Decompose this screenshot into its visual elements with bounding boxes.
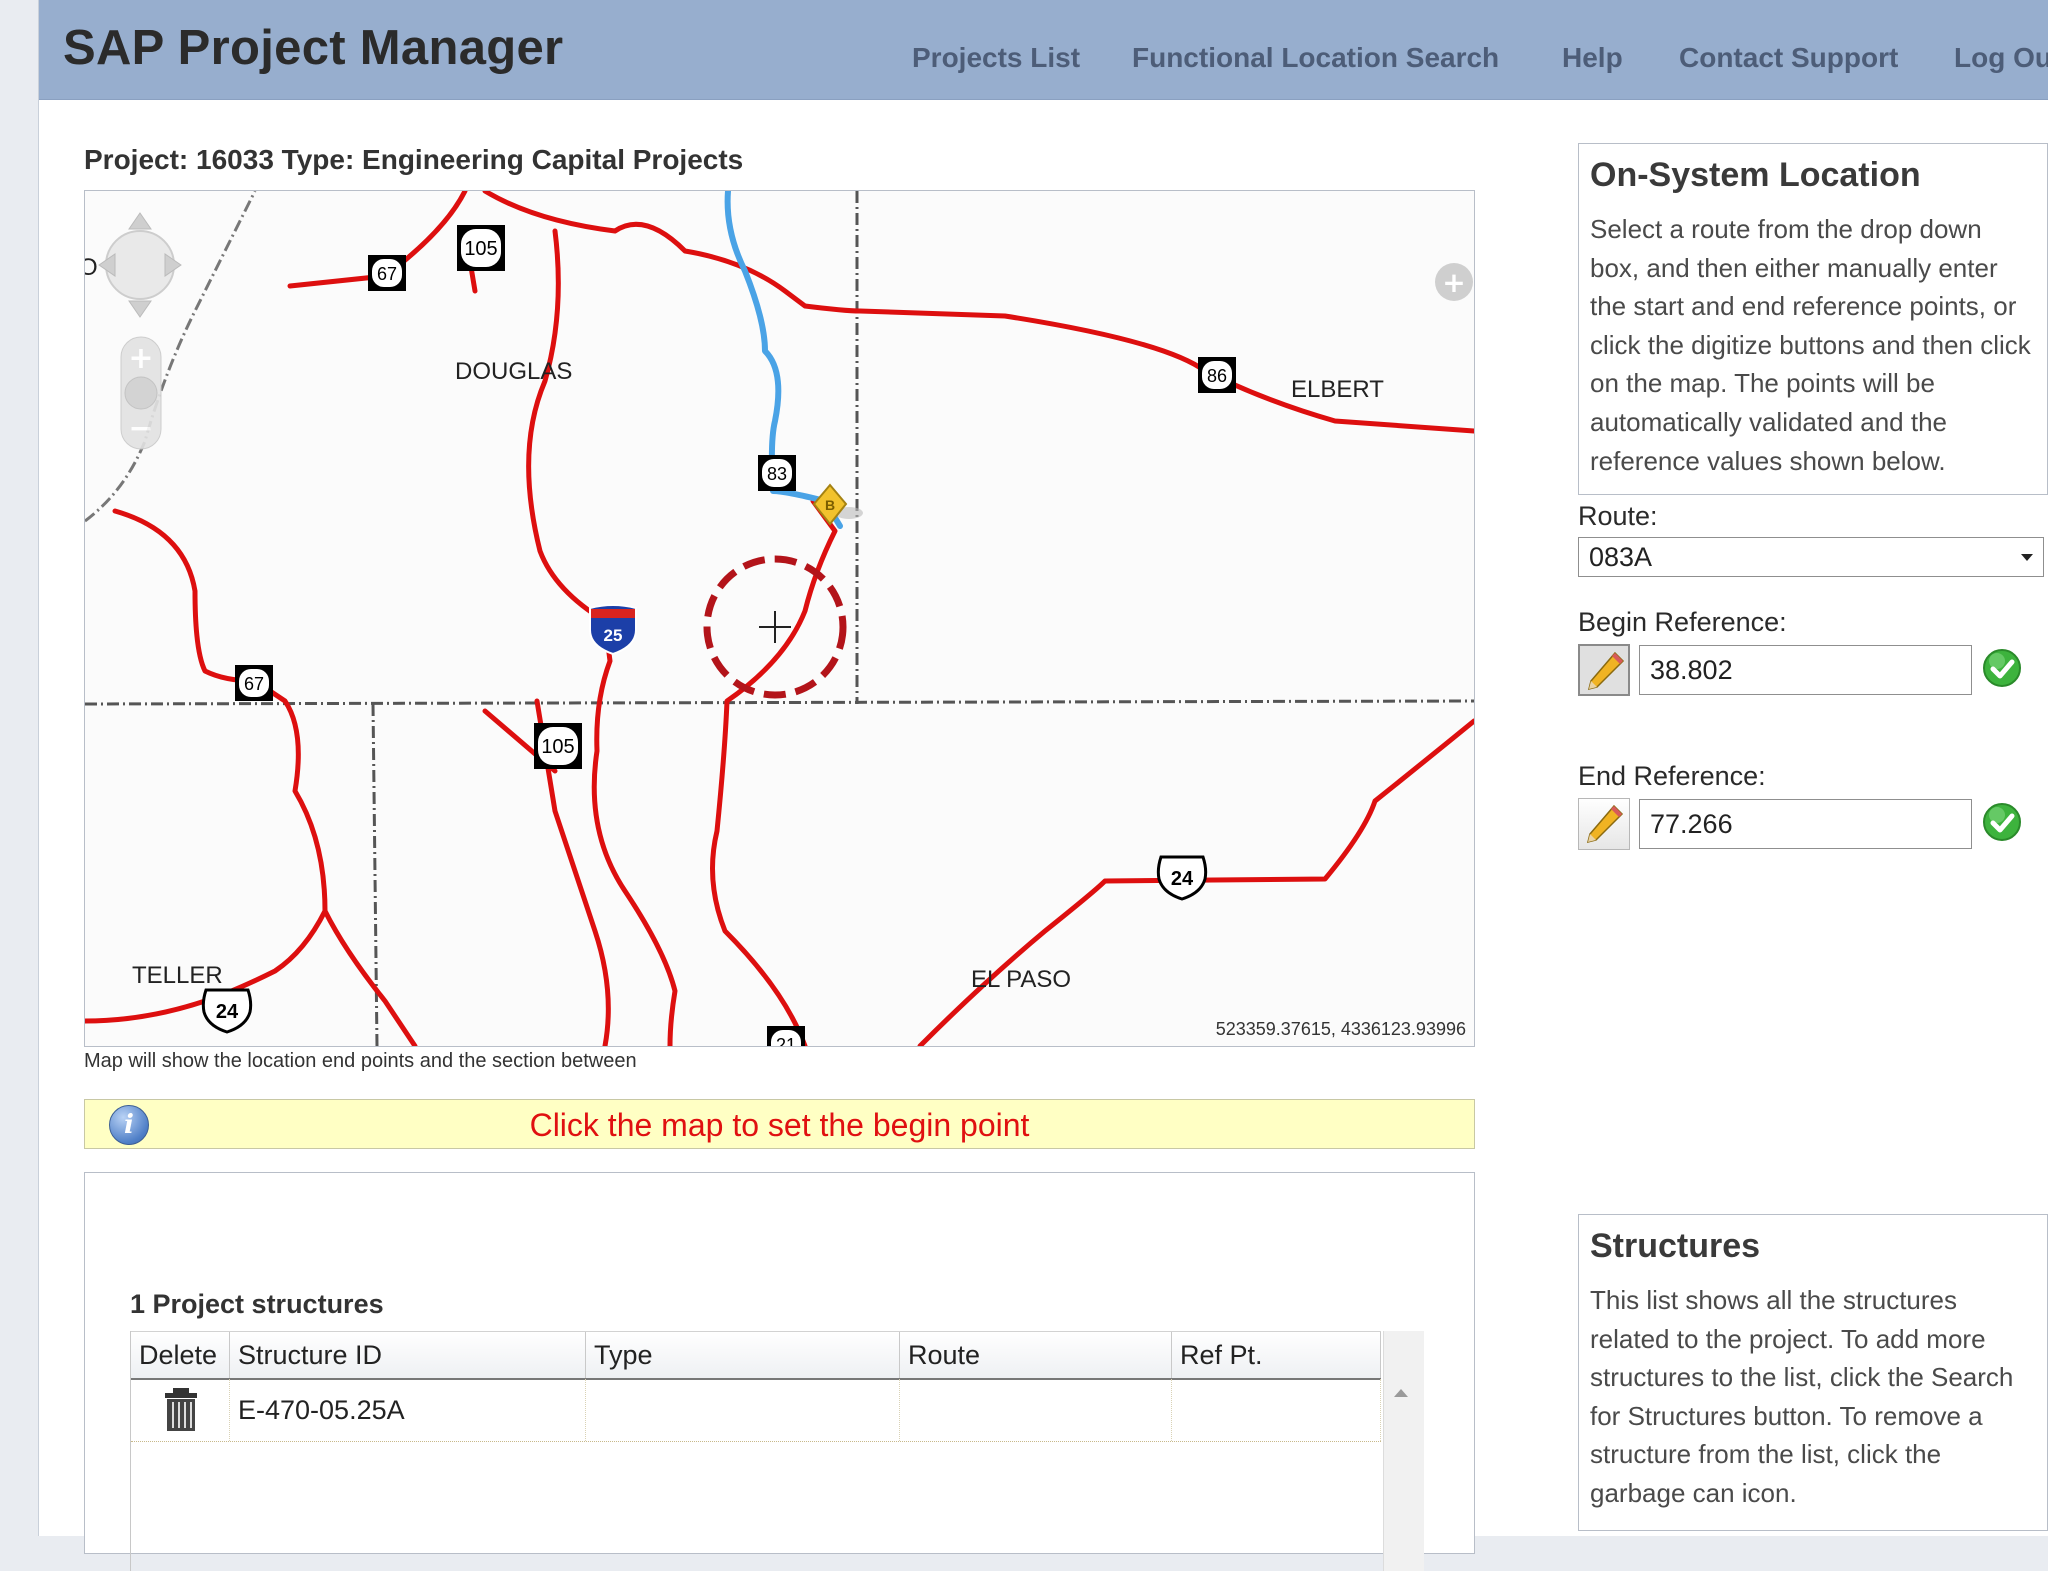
structures-info-box: Structures This list shows all the struc… [1578, 1214, 2048, 1531]
route-select[interactable]: 083A [1578, 537, 2044, 577]
structure-id-cell: E-470-05.25A [230, 1379, 586, 1441]
layer-switcher-icon[interactable]: + [1435, 263, 1473, 301]
state-105-mid-shield: 105 [534, 723, 582, 769]
end-valid-check-icon [1983, 803, 2021, 841]
chevron-down-icon[interactable] [2021, 554, 2033, 561]
shield-number: 83 [767, 464, 787, 484]
pan-up-icon[interactable] [128, 212, 152, 230]
county-boundaries [85, 191, 1474, 1046]
delete-cell [131, 1379, 230, 1441]
column-header-structure-id[interactable]: Structure ID [230, 1332, 586, 1378]
digitize-cursor [703, 555, 847, 699]
project-summary: Project: 16033 Type: Engineering Capital… [84, 144, 744, 175]
map-viewport[interactable]: + − + 67 105 86 83 67 105 21 25 24 24 DO… [84, 190, 1475, 1047]
nav-contact-support[interactable]: Contact Support [1679, 42, 1898, 74]
map-caption: Map will show the location end points an… [84, 1050, 637, 1072]
structures-info-title: Structures [1590, 1227, 1761, 1265]
zoom-globe-icon[interactable] [124, 376, 158, 410]
column-header-type[interactable]: Type [586, 1332, 900, 1378]
county-label-teller: TELLER [132, 962, 223, 989]
column-header-ref-pt[interactable]: Ref Pt. [1172, 1332, 1381, 1378]
state-21-shield: 21 [767, 1026, 805, 1046]
pencil-icon [1586, 804, 1624, 844]
nav-log-out[interactable]: Log Ou [1954, 42, 2048, 74]
us-24-left-shield: 24 [201, 988, 253, 1034]
nav-projects-list[interactable]: Projects List [912, 42, 1080, 74]
state-67-left-shield: 67 [235, 665, 273, 701]
on-system-title: On-System Location [1590, 156, 1921, 194]
pencil-icon [1587, 651, 1625, 691]
structures-panel: 1 Project structures Delete Structure ID… [84, 1172, 1475, 1571]
column-header-route[interactable]: Route [900, 1332, 1172, 1378]
zoom-out-icon[interactable]: − [128, 411, 153, 446]
table-row[interactable]: E-470-05.25A [131, 1379, 1381, 1442]
shield-number: 24 [1171, 868, 1194, 890]
pan-control[interactable] [98, 212, 182, 318]
state-83-shield: 83 [758, 455, 796, 491]
county-label-elbert: ELBERT [1291, 376, 1384, 403]
road-network [85, 191, 1474, 1046]
begin-marker-label: B [825, 497, 835, 513]
column-header-delete[interactable]: Delete [131, 1332, 230, 1378]
end-reference-input[interactable] [1639, 799, 1972, 849]
app-title: SAP Project Manager [63, 21, 564, 75]
shield-number: 25 [604, 626, 623, 645]
structures-count: 1 Project structures [130, 1289, 384, 1319]
interstate-25-shield: 25 [589, 604, 637, 656]
info-message: Click the map to set the begin point [529, 1107, 1030, 1143]
map-coordinates-readout: 523359.37615, 4336123.93996 [1215, 1019, 1466, 1039]
digitize-end-button[interactable] [1578, 798, 1630, 850]
shield-number: 67 [377, 264, 397, 284]
zoom-control[interactable]: + − [120, 336, 162, 450]
shield-number: 86 [1207, 366, 1227, 386]
us-24-right-shield: 24 [1156, 855, 1208, 901]
on-system-location-box: On-System Location Select a route from t… [1578, 143, 2048, 495]
grid-scrollbar[interactable] [1383, 1331, 1424, 1571]
state-86-shield: 86 [1198, 357, 1236, 393]
top-bar: SAP Project Manager Projects List Functi… [39, 0, 2048, 100]
shield-number: 105 [464, 238, 497, 260]
begin-reference-label: Begin Reference: [1578, 607, 1787, 637]
shield-number: 105 [541, 736, 574, 758]
shield-number: 67 [244, 674, 264, 694]
nav-help[interactable]: Help [1562, 42, 1623, 74]
route-label: Route: [1578, 501, 1658, 531]
grid-header: Delete Structure ID Type Route Ref Pt. [131, 1331, 1381, 1380]
trash-can-icon[interactable] [161, 1388, 201, 1432]
structures-info-description: This list shows all the structures relat… [1590, 1285, 2014, 1508]
shield-number: 24 [216, 1001, 239, 1023]
begin-valid-check-icon [1983, 649, 2021, 687]
route-selected-value: 083A [1589, 542, 1653, 572]
end-reference-label: End Reference: [1578, 761, 1766, 791]
nav-functional-location-search[interactable]: Functional Location Search [1132, 42, 1499, 74]
county-label-douglas: DOUGLAS [455, 358, 572, 385]
digitize-begin-button[interactable] [1578, 644, 1630, 696]
info-bar: i Click the map to set the begin point [84, 1099, 1475, 1149]
zoom-in-icon[interactable]: + [128, 341, 153, 376]
map-canvas[interactable]: + − + 67 105 86 83 67 105 21 25 24 24 DO… [85, 191, 1474, 1046]
county-label-partial: O [85, 254, 98, 281]
state-105-top-shield: 105 [457, 225, 505, 271]
state-67-top-shield: 67 [368, 255, 406, 291]
ref-pt-cell [1172, 1379, 1381, 1441]
route-cell [900, 1379, 1172, 1441]
type-cell [586, 1379, 900, 1441]
pan-down-icon[interactable] [128, 300, 152, 318]
on-system-description: Select a route from the drop down box, a… [1590, 214, 2031, 476]
shield-number: 21 [776, 1035, 796, 1046]
county-label-el-paso: EL PASO [971, 966, 1071, 993]
scroll-up-arrow-icon[interactable] [1394, 1389, 1408, 1397]
structures-grid: Delete Structure ID Type Route Ref Pt. E… [130, 1331, 1424, 1571]
begin-reference-input[interactable] [1639, 645, 1972, 695]
svg-text:+: + [1442, 266, 1465, 299]
